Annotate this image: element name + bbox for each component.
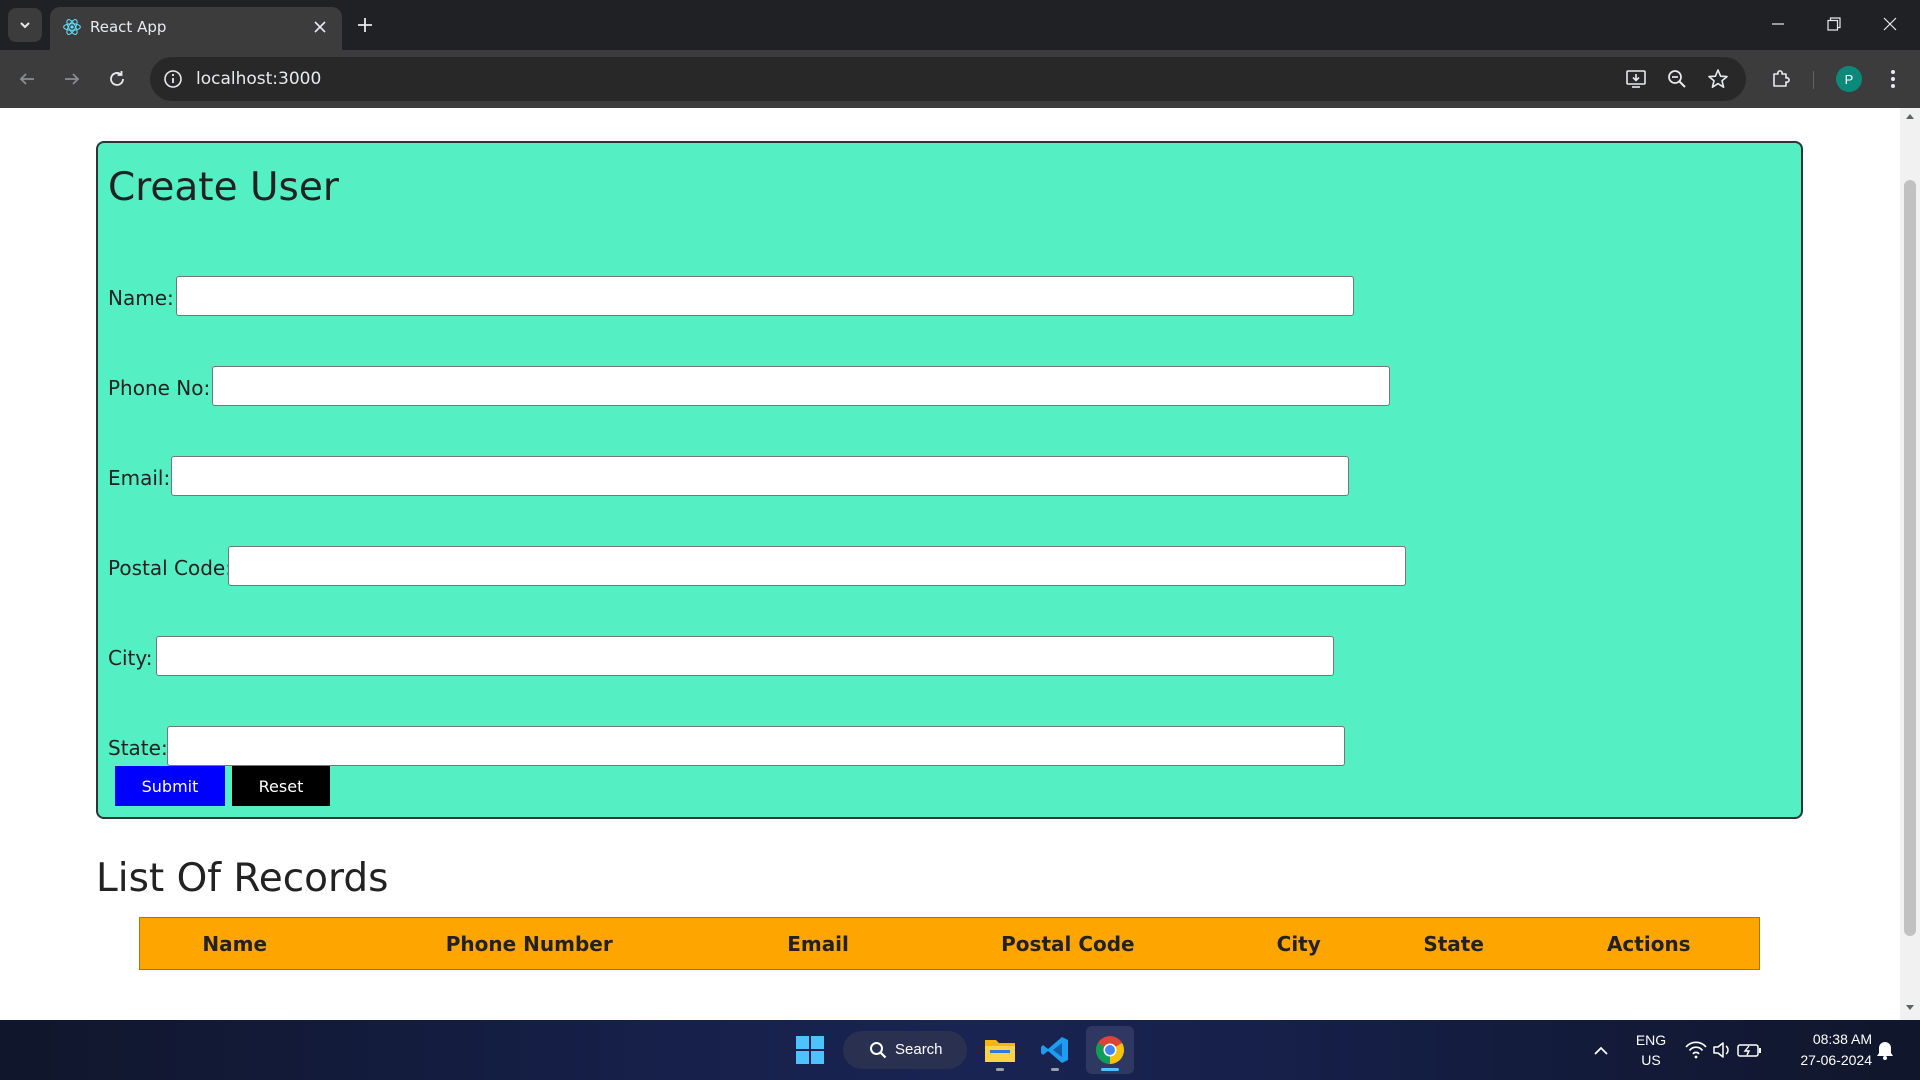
extensions-button[interactable]: [1766, 64, 1796, 94]
scroll-thumb[interactable]: [1904, 180, 1916, 936]
new-tab-button[interactable]: [352, 12, 378, 38]
page-scrollbar[interactable]: [1900, 108, 1920, 1020]
forward-button[interactable]: [57, 64, 87, 94]
browser-tab-bar: React App: [0, 0, 1920, 50]
profile-avatar[interactable]: P: [1836, 66, 1862, 92]
page-viewport: Create User Name: Phone No: Email: Posta…: [0, 108, 1900, 1020]
system-clock[interactable]: 08:38 AM 27-06-2024: [1776, 1029, 1872, 1071]
city-label: City:: [108, 646, 153, 670]
zoom-button[interactable]: [1665, 67, 1689, 91]
column-header-city: City: [1276, 931, 1321, 956]
arrow-left-icon: [19, 73, 34, 85]
close-icon: [1883, 17, 1897, 31]
zoom-out-icon: [1668, 70, 1686, 88]
install-app-button[interactable]: [1624, 67, 1648, 91]
info-icon[interactable]: [162, 68, 184, 90]
chrome-app[interactable]: [1086, 1026, 1134, 1074]
battery-icon: [1737, 1044, 1761, 1057]
tab-title: React App: [90, 18, 167, 36]
url-text[interactable]: localhost:3000: [196, 69, 321, 89]
name-label: Name:: [108, 286, 174, 310]
restore-button[interactable]: [1806, 0, 1862, 48]
search-icon: [870, 1042, 887, 1059]
records-table: Name Phone Number Email Postal Code City…: [139, 917, 1760, 970]
create-user-form: Create User Name: Phone No: Email: Posta…: [96, 141, 1803, 819]
minimize-button[interactable]: [1750, 0, 1806, 48]
column-header-postal-code: Postal Code: [1001, 931, 1135, 956]
phone-label: Phone No:: [108, 376, 211, 400]
react-logo-icon: [63, 19, 81, 35]
column-header-phone: Phone Number: [445, 931, 613, 956]
taskbar-search-label: Search: [895, 1041, 943, 1058]
taskbar-search[interactable]: Search: [843, 1031, 967, 1069]
email-input[interactable]: [171, 456, 1349, 496]
submit-button[interactable]: Submit: [115, 766, 225, 806]
reload-button[interactable]: [102, 64, 132, 94]
restore-icon: [1827, 17, 1841, 31]
postal-code-input[interactable]: [228, 546, 1406, 586]
triangle-up-icon: [1906, 114, 1914, 119]
triangle-down-icon: [1906, 1005, 1914, 1010]
scroll-down-arrow[interactable]: [1900, 1002, 1920, 1016]
clock-date: 27-06-2024: [1800, 1052, 1872, 1068]
browser-tab[interactable]: React App: [50, 7, 342, 50]
browser-menu-button[interactable]: [1878, 64, 1908, 94]
postal-code-label: Postal Code:: [108, 556, 232, 580]
language-indicator[interactable]: ENG US: [1628, 1030, 1674, 1070]
language-code: ENG: [1635, 1032, 1667, 1048]
folder-icon: [985, 1040, 1015, 1062]
start-button[interactable]: [790, 1030, 830, 1070]
browser-toolbar: localhost:3000 P: [0, 50, 1920, 108]
tab-search-button[interactable]: [8, 8, 42, 42]
state-label: State:: [108, 736, 168, 760]
vscode-app[interactable]: [1031, 1026, 1079, 1074]
city-input[interactable]: [156, 636, 1334, 676]
wifi-icon: [1685, 1041, 1707, 1059]
column-header-name: Name: [202, 931, 268, 956]
records-title: List Of Records: [96, 856, 389, 901]
install-icon: [1626, 70, 1646, 88]
chrome-icon: [1096, 1036, 1124, 1064]
chevron-down-icon: [20, 22, 30, 29]
chevron-up-icon[interactable]: [1590, 1040, 1612, 1062]
bookmark-button[interactable]: [1706, 67, 1730, 91]
file-explorer-app[interactable]: [976, 1026, 1024, 1074]
scroll-up-arrow[interactable]: [1900, 112, 1920, 126]
address-bar[interactable]: localhost:3000: [150, 57, 1746, 101]
reset-button[interactable]: Reset: [232, 766, 330, 806]
state-input[interactable]: [167, 726, 1345, 766]
windows-taskbar: Search ENG US 08:38 AM 27-06-2024: [0, 1020, 1920, 1080]
tab-close-button[interactable]: [310, 17, 330, 37]
arrow-right-icon: [65, 73, 80, 85]
plus-icon: [358, 18, 372, 32]
app-indicator: [1101, 1068, 1119, 1071]
more-vertical-icon: [1891, 70, 1895, 88]
email-label: Email:: [108, 466, 171, 490]
puzzle-icon: [1773, 70, 1790, 87]
clock-time: 08:38 AM: [1812, 1031, 1872, 1047]
table-header-row: Name Phone Number Email Postal Code City…: [140, 918, 1760, 970]
back-button[interactable]: [12, 64, 42, 94]
system-tray-icons[interactable]: [1684, 1039, 1764, 1061]
column-header-email: Email: [787, 931, 849, 956]
name-input[interactable]: [176, 276, 1354, 316]
star-icon: [1708, 69, 1728, 88]
reload-icon: [110, 71, 124, 86]
form-title: Create User: [108, 165, 339, 210]
close-icon: [314, 21, 326, 33]
column-header-actions: Actions: [1606, 931, 1691, 956]
notification-bell-icon[interactable]: [1874, 1039, 1896, 1061]
vscode-icon: [1041, 1037, 1068, 1063]
windows-logo-icon: [796, 1036, 824, 1064]
volume-icon: [1713, 1042, 1729, 1058]
column-header-state: State: [1423, 931, 1484, 956]
window-close-button[interactable]: [1862, 0, 1918, 48]
app-indicator: [1051, 1068, 1059, 1071]
app-indicator: [996, 1068, 1004, 1071]
region-code: US: [1641, 1052, 1661, 1068]
toolbar-separator: [1813, 71, 1814, 89]
minimize-icon: [1772, 23, 1784, 25]
phone-input[interactable]: [212, 366, 1390, 406]
